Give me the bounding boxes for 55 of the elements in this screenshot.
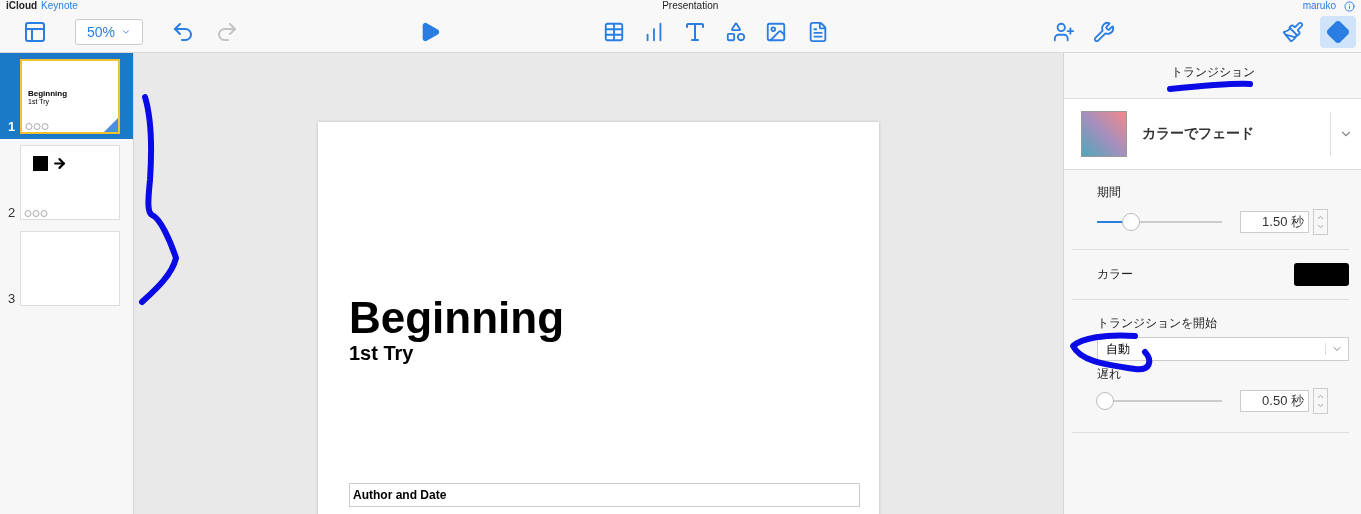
slide-number: 2	[8, 205, 17, 220]
color-well[interactable]	[1294, 263, 1349, 286]
slide-thumbnail[interactable]	[20, 231, 120, 306]
slide-thumbnail-row[interactable]: 3	[0, 225, 133, 311]
delay-label: 遅れ	[1097, 366, 1122, 383]
corner-icon	[104, 118, 118, 132]
undo-icon	[171, 20, 195, 44]
table-icon	[603, 21, 625, 43]
zoom-dropdown[interactable]: 50%	[75, 19, 143, 45]
stepper[interactable]	[1313, 388, 1328, 414]
value-field[interactable]: 0.50 秒	[1240, 390, 1309, 412]
slider-thumb[interactable]	[1121, 213, 1140, 231]
stepper[interactable]	[1313, 209, 1328, 235]
text-icon	[683, 20, 707, 44]
wrench-icon	[1093, 21, 1115, 43]
info-icon[interactable]	[1344, 0, 1355, 12]
color-label: カラー	[1097, 266, 1133, 283]
chevron-icon	[121, 27, 131, 37]
inspector-tab[interactable]: トランジション	[1164, 63, 1261, 81]
slide-thumbnail-row[interactable]: 2	[0, 139, 133, 225]
animate-button[interactable]	[1320, 16, 1356, 48]
square-icon	[33, 156, 48, 171]
start-label: トランジションを開始	[1097, 315, 1218, 332]
up-icon[interactable]	[1316, 213, 1325, 222]
build-icon	[24, 210, 50, 217]
document-title: Presentation	[661, 0, 720, 12]
slide-title: Beginning	[349, 294, 566, 342]
thumb-title: Beginning	[28, 89, 69, 98]
diamond-icon	[1326, 20, 1350, 44]
app-brand: iCloud	[6, 0, 38, 12]
value-field[interactable]: 1.50 秒	[1240, 211, 1309, 233]
slide-thumbnail[interactable]	[20, 145, 120, 220]
slide-footer-text: Author and Date	[349, 483, 860, 507]
add-person-icon	[1053, 21, 1075, 43]
duration-label: 期間	[1097, 184, 1122, 201]
slide-subtitle: 1st Try	[349, 342, 415, 365]
effect-name[interactable]: カラーでフェード	[1142, 125, 1330, 143]
sidebar-icon	[23, 20, 47, 44]
start-dropdown[interactable]: 自動	[1097, 337, 1349, 361]
shapes-icon	[725, 21, 747, 43]
down-icon[interactable]	[1316, 401, 1325, 410]
image-icon	[765, 21, 787, 43]
user-menu[interactable]: maruko	[1302, 0, 1336, 12]
slider-thumb[interactable]	[1095, 392, 1114, 410]
paintbrush-icon	[1282, 21, 1304, 43]
up-icon[interactable]	[1316, 392, 1325, 401]
document-icon	[807, 21, 829, 43]
build-icon	[25, 123, 51, 130]
app-name[interactable]: Keynote	[41, 0, 78, 12]
effect-preview	[1081, 111, 1127, 157]
arrow-icon	[52, 156, 67, 171]
slide-number: 1	[8, 119, 17, 134]
redo-icon	[215, 20, 239, 44]
down-icon[interactable]	[1316, 222, 1325, 231]
slide-number: 3	[8, 291, 17, 306]
